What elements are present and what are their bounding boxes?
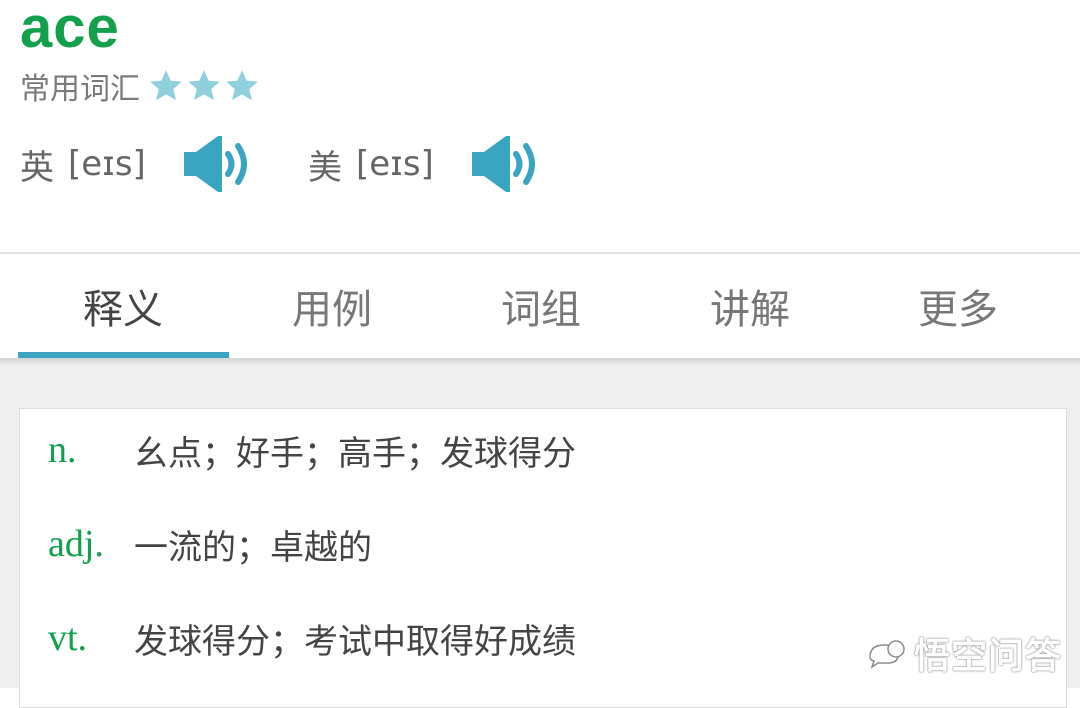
watermark: 悟空问答 — [866, 628, 1062, 678]
definition-text: 幺点；好手；高手；发球得分 — [134, 433, 576, 474]
tab-more[interactable]: 更多 — [853, 254, 1063, 358]
speaker-icon[interactable] — [470, 132, 542, 196]
part-of-speech: adj. — [48, 523, 104, 565]
pronunciation-region: 美 — [308, 147, 342, 188]
part-of-speech: vt. — [48, 617, 88, 659]
tab-examples[interactable]: 用例 — [227, 254, 437, 358]
star-icon — [150, 70, 182, 101]
frequency-label: 常用词汇 — [20, 72, 140, 107]
definition-row: adj. 一流的；卓越的 — [48, 519, 372, 569]
definition-text: 一流的；卓越的 — [134, 527, 372, 568]
definition-row: vt. 发球得分；考试中取得好成绩 — [48, 613, 576, 663]
frequency-row: 常用词汇 — [20, 62, 262, 110]
tab-phrases[interactable]: 词组 — [436, 254, 646, 358]
tab-definitions[interactable]: 释义 — [18, 254, 228, 358]
pronunciation-region: 英 — [20, 147, 54, 188]
watermark-text: 悟空问答 — [913, 636, 1062, 677]
speaker-icon[interactable] — [182, 132, 254, 196]
pronunciation-uk: 英 [eɪs] — [20, 132, 254, 196]
frequency-stars — [148, 68, 262, 104]
word-header: ace 常用词汇 英 [eɪs] 美 [eɪs] — [0, 0, 1080, 252]
tab-explanation[interactable]: 讲解 — [645, 254, 855, 358]
definition-text: 发球得分；考试中取得好成绩 — [134, 621, 576, 662]
wukong-logo-icon — [869, 640, 905, 669]
phonetic-text: [eɪs] — [356, 144, 434, 184]
pronunciation-us: 美 [eɪs] — [308, 132, 542, 196]
definition-row: n. 幺点；好手；高手；发球得分 — [48, 425, 576, 475]
phonetic-text: [eɪs] — [68, 144, 146, 184]
tab-bar: 释义 用例 词组 讲解 更多 — [0, 254, 1080, 360]
part-of-speech: n. — [48, 429, 77, 471]
tab-bar-shadow — [0, 358, 1080, 366]
headword: ace — [20, 0, 120, 60]
star-icon — [188, 70, 220, 101]
star-icon — [226, 70, 258, 101]
